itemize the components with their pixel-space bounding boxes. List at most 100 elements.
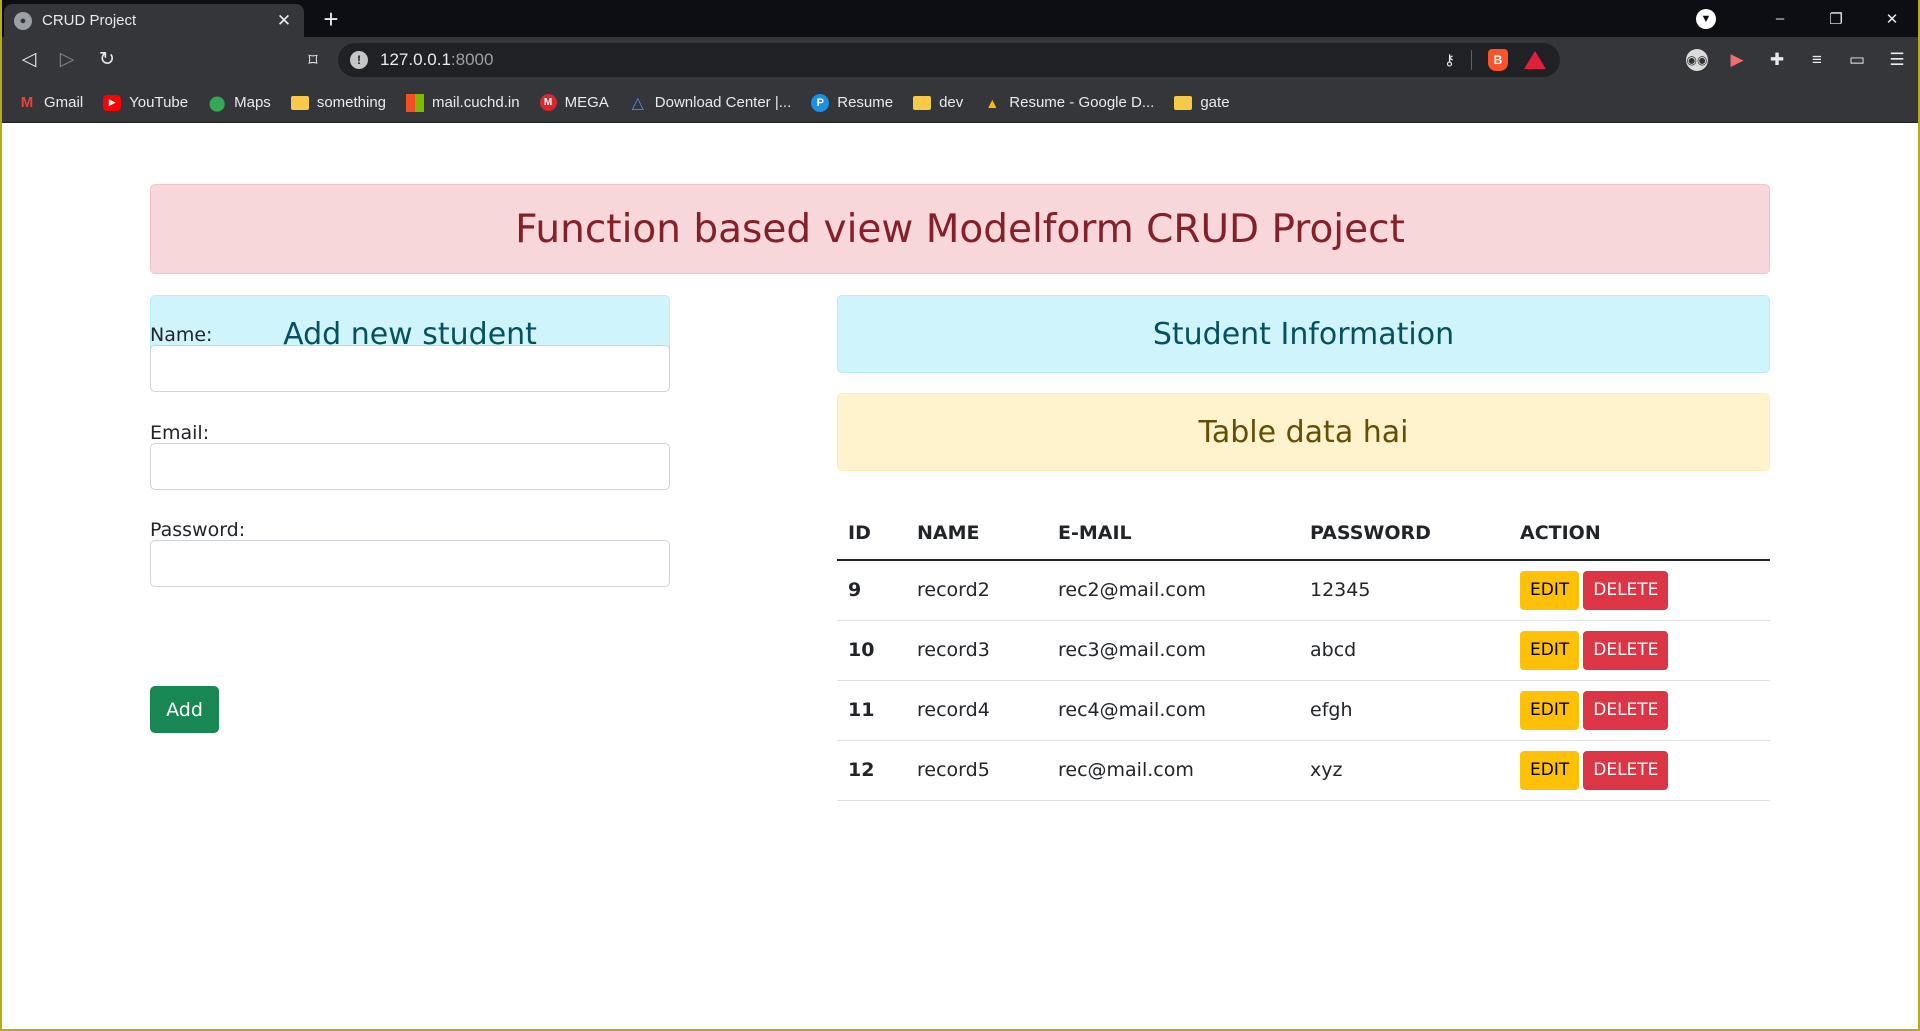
- password-input[interactable]: [150, 540, 670, 587]
- name-input[interactable]: [150, 345, 670, 392]
- restore-button[interactable]: ❐: [1808, 10, 1864, 28]
- delete-button[interactable]: DELETE: [1583, 570, 1669, 610]
- address-bar[interactable]: ! 127.0.0.1:8000 ⚷ B: [338, 43, 1560, 77]
- menu-icon[interactable]: ☰: [1886, 49, 1908, 71]
- cell-id: 11: [837, 680, 906, 741]
- cell-password: abcd: [1299, 620, 1509, 681]
- bookmark-item[interactable]: M Gmail: [18, 94, 83, 111]
- key-icon[interactable]: ⚷: [1444, 51, 1455, 69]
- cell-email: rec3@mail.com: [1047, 620, 1299, 681]
- cell-password: xyz: [1299, 740, 1509, 801]
- bookmark-label: Maps: [234, 94, 271, 111]
- url-host: 127.0.0.1: [380, 50, 451, 69]
- table-row: 9 record2 rec2@mail.com 12345 EDIT DELETE: [837, 560, 1770, 621]
- close-tab-icon[interactable]: ✕: [274, 11, 294, 31]
- puzzle-icon[interactable]: ✚: [1766, 49, 1788, 71]
- drive-icon: ▲: [985, 94, 1000, 111]
- bookmark-label: YouTube: [129, 94, 189, 111]
- table-row: 12 record5 rec@mail.com xyz EDIT DELETE: [837, 740, 1770, 801]
- url-port: :8000: [450, 50, 494, 69]
- omnibox-divider: [1471, 50, 1472, 70]
- browser-toolbar: ◁ ▷ ↻ ⌑ ! 127.0.0.1:8000 ⚷ B ◉◉ ▶ ✚ ≡ ▭ …: [0, 37, 1920, 83]
- bookmark-item[interactable]: ⬤ Maps: [208, 94, 271, 112]
- bookmark-label: Resume: [837, 94, 894, 111]
- bookmark-item[interactable]: dev: [913, 94, 963, 111]
- cell-email: rec@mail.com: [1047, 740, 1299, 801]
- column-header-email: E-MAIL: [1047, 506, 1299, 561]
- reload-icon[interactable]: ↻: [92, 45, 122, 75]
- delete-button[interactable]: DELETE: [1583, 750, 1669, 790]
- site-info-icon[interactable]: !: [350, 51, 368, 69]
- page-title: Function based view Modelform CRUD Proje…: [150, 184, 1770, 274]
- cell-id: 12: [837, 740, 906, 801]
- folder-icon: [913, 95, 932, 110]
- close-window-button[interactable]: ✕: [1864, 10, 1920, 28]
- email-input[interactable]: [150, 443, 670, 490]
- cell-password: efgh: [1299, 680, 1509, 741]
- table-note: Table data hai: [837, 393, 1770, 471]
- forward-icon[interactable]: ▷: [52, 45, 82, 75]
- window-controls: ▼ – ❐ ✕: [1696, 0, 1920, 37]
- column-header-name: NAME: [906, 506, 1047, 561]
- bookmark-item[interactable]: M MEGA: [539, 94, 609, 111]
- email-label: Email:: [150, 422, 210, 444]
- folder-icon: [1174, 95, 1193, 110]
- tab-strip: ● CRUD Project ✕ + ▼ – ❐ ✕: [0, 0, 1920, 37]
- youtube-icon: ▶: [103, 94, 122, 111]
- name-label: Name:: [150, 324, 213, 346]
- playlist-icon[interactable]: ≡: [1806, 49, 1828, 71]
- bookmarks-bar: M Gmail ▶ YouTube ⬤ Maps something mail.cuchd.i…: [0, 83, 1920, 123]
- triangle-icon: △: [631, 94, 644, 112]
- cell-name: record2: [906, 560, 1047, 621]
- mega-icon: M: [539, 94, 557, 111]
- bookmark-label: something: [316, 94, 387, 111]
- bookmark-item[interactable]: ▶ YouTube: [103, 94, 188, 111]
- table-row: 10 record3 rec3@mail.com abcd EDIT DELETE: [837, 620, 1770, 681]
- new-tab-button[interactable]: +: [316, 4, 346, 34]
- delete-button[interactable]: DELETE: [1583, 690, 1669, 730]
- bookmark-item[interactable]: ▲ Resume - Google D...: [983, 94, 1154, 111]
- page-content: Function based view Modelform CRUD Proje…: [0, 124, 1920, 1031]
- cell-password: 12345: [1299, 560, 1509, 621]
- owl-extension-icon[interactable]: ◉◉: [1686, 49, 1708, 71]
- back-icon[interactable]: ◁: [14, 45, 44, 75]
- bookmark-item[interactable]: P Resume: [811, 93, 894, 112]
- brave-shields-icon[interactable]: B: [1488, 49, 1508, 71]
- table-header-row: ID NAME E-MAIL PASSWORD ACTION: [837, 506, 1770, 561]
- cell-action: EDIT DELETE: [1509, 560, 1770, 621]
- cell-id: 9: [837, 560, 906, 621]
- extensions-area: ◉◉ ▶ ✚ ≡ ▭ ☰: [1686, 45, 1908, 75]
- edit-button[interactable]: EDIT: [1520, 570, 1580, 610]
- bookmark-icon[interactable]: ⌑: [298, 45, 328, 75]
- brave-rewards-icon[interactable]: [1524, 51, 1546, 69]
- bookmark-label: dev: [939, 94, 964, 111]
- bookmark-label: Download Center |...: [654, 94, 792, 111]
- edit-button[interactable]: EDIT: [1520, 630, 1580, 670]
- bookmark-item[interactable]: gate: [1174, 94, 1230, 111]
- add-button[interactable]: Add: [150, 686, 219, 733]
- password-label: Password:: [150, 519, 246, 541]
- cell-action: EDIT DELETE: [1509, 620, 1770, 681]
- tab-crud-project[interactable]: ● CRUD Project ✕: [4, 4, 304, 37]
- students-table: ID NAME E-MAIL PASSWORD ACTION 9 record2 r…: [837, 506, 1770, 801]
- microsoft-icon: [406, 93, 425, 112]
- column-header-password: PASSWORD: [1299, 506, 1509, 561]
- delete-button[interactable]: DELETE: [1583, 630, 1669, 670]
- cell-name: record3: [906, 620, 1047, 681]
- bookmark-item[interactable]: △ Download Center |...: [629, 94, 792, 112]
- tab-title: CRUD Project: [42, 12, 137, 29]
- cell-action: EDIT DELETE: [1509, 740, 1770, 801]
- wallet-icon[interactable]: ▭: [1846, 49, 1868, 71]
- record-extension-icon[interactable]: ▶: [1726, 49, 1748, 71]
- edit-button[interactable]: EDIT: [1520, 690, 1580, 730]
- media-control-icon[interactable]: ▼: [1696, 8, 1716, 29]
- bookmark-label: mail.cuchd.in: [432, 94, 520, 111]
- minimize-button[interactable]: –: [1752, 10, 1808, 27]
- cell-id: 10: [837, 620, 906, 681]
- bookmark-item[interactable]: mail.cuchd.in: [406, 93, 520, 112]
- bookmark-label: Gmail: [44, 94, 84, 111]
- maps-icon: ⬤: [208, 94, 226, 112]
- edit-button[interactable]: EDIT: [1520, 750, 1580, 790]
- column-header-id: ID: [837, 506, 906, 561]
- bookmark-item[interactable]: something: [290, 94, 387, 111]
